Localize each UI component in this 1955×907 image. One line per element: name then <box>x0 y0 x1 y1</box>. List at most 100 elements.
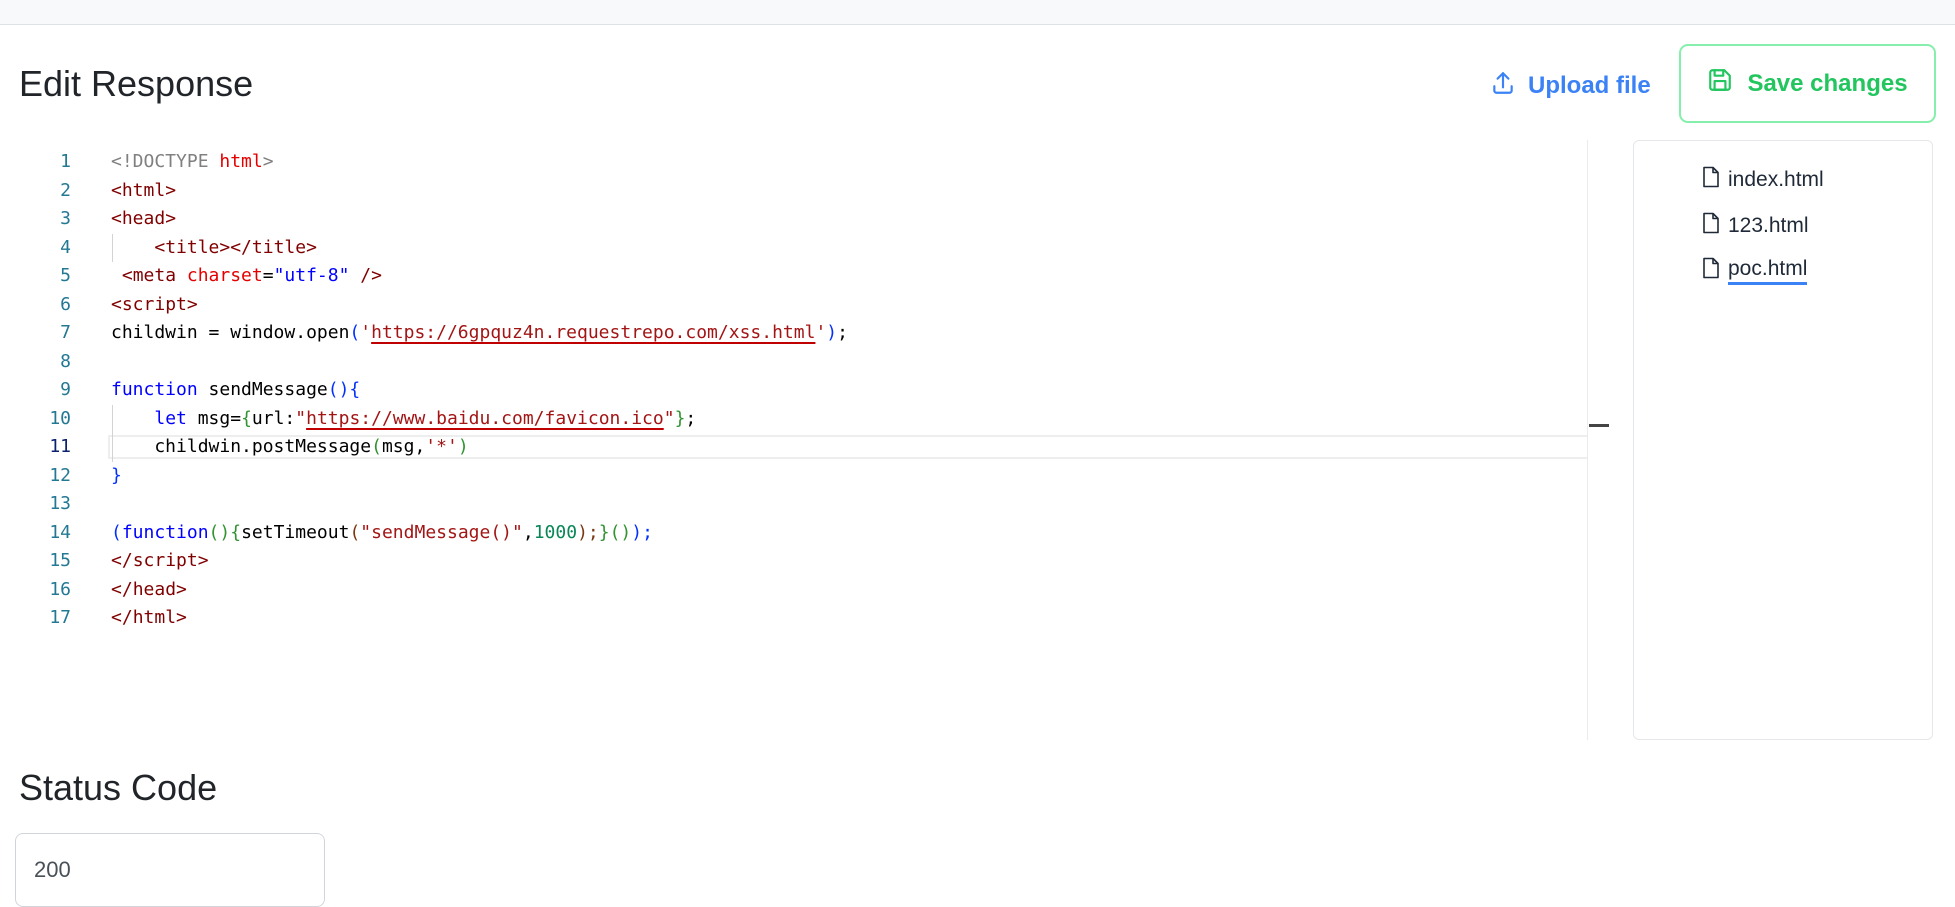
code-token: https://www.baidu.com/favicon.ico <box>306 407 664 429</box>
code-token: meta <box>132 265 187 286</box>
code-line[interactable]: 4 <title></title> <box>19 234 1608 262</box>
line-number: 1 <box>60 151 71 172</box>
code-token: ></ <box>219 236 252 258</box>
code-token: " <box>295 407 307 429</box>
code-token: msg, <box>381 436 426 457</box>
file-list-panel: index.html 123.html poc.html <box>1633 140 1933 740</box>
code-text: </html> <box>111 604 187 632</box>
code-token: ); <box>631 521 653 543</box>
line-number: 11 <box>49 436 71 457</box>
upload-file-button[interactable]: Upload file <box>1490 64 1651 108</box>
top-bar <box>0 0 1955 25</box>
line-number: 7 <box>60 322 71 343</box>
code-token: () <box>609 521 632 543</box>
code-token: } <box>111 464 122 486</box>
code-token: ( <box>111 521 122 543</box>
code-text: <!DOCTYPE html> <box>111 148 274 176</box>
code-line[interactable]: 15 </script> <box>19 547 1608 575</box>
code-token: { <box>230 521 242 543</box>
code-token: title <box>165 236 220 258</box>
code-text: <html> <box>111 177 176 205</box>
code-text: <meta charset="utf-8" /> <box>111 262 382 290</box>
code-token: ; <box>685 407 697 429</box>
code-line[interactable]: 1 <!DOCTYPE html> <box>19 148 1608 176</box>
code-token: ; <box>837 322 848 343</box>
code-line[interactable]: 14 (function(){setTimeout("sendMessage()"… <box>19 519 1608 547</box>
code-line[interactable]: 5 <meta charset="utf-8" /> <box>19 262 1608 290</box>
code-token: () <box>208 521 231 543</box>
code-token: > <box>262 151 274 172</box>
code-token: < <box>111 179 122 201</box>
code-token: > <box>306 236 317 258</box>
line-number: 9 <box>60 379 71 400</box>
code-token: > <box>176 607 187 628</box>
file-name: poc.html <box>1728 257 1808 285</box>
code-line[interactable]: 8 <box>19 348 1608 376</box>
code-token: head <box>121 208 166 229</box>
save-changes-button[interactable]: Save changes <box>1679 44 1936 123</box>
code-text: childwin = window.open('https://6gpquz4n… <box>111 319 848 347</box>
code-token: ); <box>577 521 599 543</box>
code-token: < <box>111 293 122 315</box>
file-item-index-html[interactable]: index.html <box>1702 163 1824 197</box>
code-line[interactable]: 7 childwin = window.open('https://6gpquz4… <box>19 319 1608 347</box>
code-token: msg= <box>186 407 242 429</box>
page-title: Edit Response <box>19 63 254 104</box>
code-token: script <box>132 550 198 571</box>
code-token: setTimeout <box>241 521 350 543</box>
code-line[interactable]: 11 childwin.postMessage(msg,'*') <box>19 433 1608 461</box>
code-text: <head> <box>111 205 176 233</box>
code-editor[interactable]: 1 <!DOCTYPE html> 2 <html> 3 <head> 4 <title><… <box>19 140 1608 740</box>
code-token: = <box>262 265 274 286</box>
editor-minimap[interactable] <box>1587 140 1610 740</box>
code-token: ) <box>826 322 838 343</box>
upload-icon <box>1490 70 1516 103</box>
code-token: > <box>197 550 209 571</box>
indent-guide <box>112 233 113 262</box>
code-token: < <box>111 208 122 229</box>
code-token: < <box>111 236 166 258</box>
line-number: 10 <box>49 407 71 429</box>
code-token: </ <box>111 578 133 600</box>
code-token: childwin = window.open <box>111 322 350 343</box>
code-token: " <box>663 407 675 429</box>
code-line[interactable]: 13 <box>19 490 1608 518</box>
line-number: 17 <box>49 607 71 628</box>
file-item-poc-html[interactable]: poc.html <box>1702 254 1808 288</box>
code-token: > <box>176 578 187 600</box>
code-token: function <box>111 379 198 400</box>
code-text: <script> <box>111 291 198 319</box>
code-line[interactable]: 17 </html> <box>19 604 1608 632</box>
status-code-title: Status Code <box>19 767 218 808</box>
code-line[interactable]: 16 </head> <box>19 576 1608 604</box>
code-token: function <box>121 521 209 543</box>
code-token: (){ <box>327 379 361 400</box>
code-token: } <box>598 521 610 543</box>
status-code-input[interactable] <box>15 833 325 907</box>
code-token: ( <box>349 322 361 343</box>
code-token: html <box>121 179 166 201</box>
code-line[interactable]: 10 let msg={url:"https://www.baidu.com/f… <box>19 405 1608 433</box>
code-token: <!DOCTYPE <box>111 151 220 172</box>
code-token: ( <box>349 521 361 543</box>
code-token: let <box>154 407 187 429</box>
code-token: title <box>251 236 307 258</box>
code-token: ( <box>371 436 382 457</box>
code-line[interactable]: 3 <head> <box>19 205 1608 233</box>
file-icon <box>1702 257 1720 285</box>
code-line[interactable]: 9 function sendMessage(){ <box>19 376 1608 404</box>
code-text: function sendMessage(){ <box>111 376 360 404</box>
file-item-123-html[interactable]: 123.html <box>1702 209 1809 243</box>
line-number: 3 <box>60 208 71 229</box>
line-number: 6 <box>60 293 71 315</box>
line-number: 8 <box>60 350 71 372</box>
code-line[interactable]: 2 <html> <box>19 177 1608 205</box>
line-number: 15 <box>49 550 71 571</box>
code-line[interactable]: 6 <script> <box>19 291 1608 319</box>
code-token: /> <box>349 265 382 286</box>
code-token: head <box>132 578 177 600</box>
code-token: 1000 <box>533 521 578 543</box>
code-token: </ <box>111 607 133 628</box>
code-line[interactable]: 12} <box>19 462 1608 490</box>
code-token: html <box>219 151 263 172</box>
